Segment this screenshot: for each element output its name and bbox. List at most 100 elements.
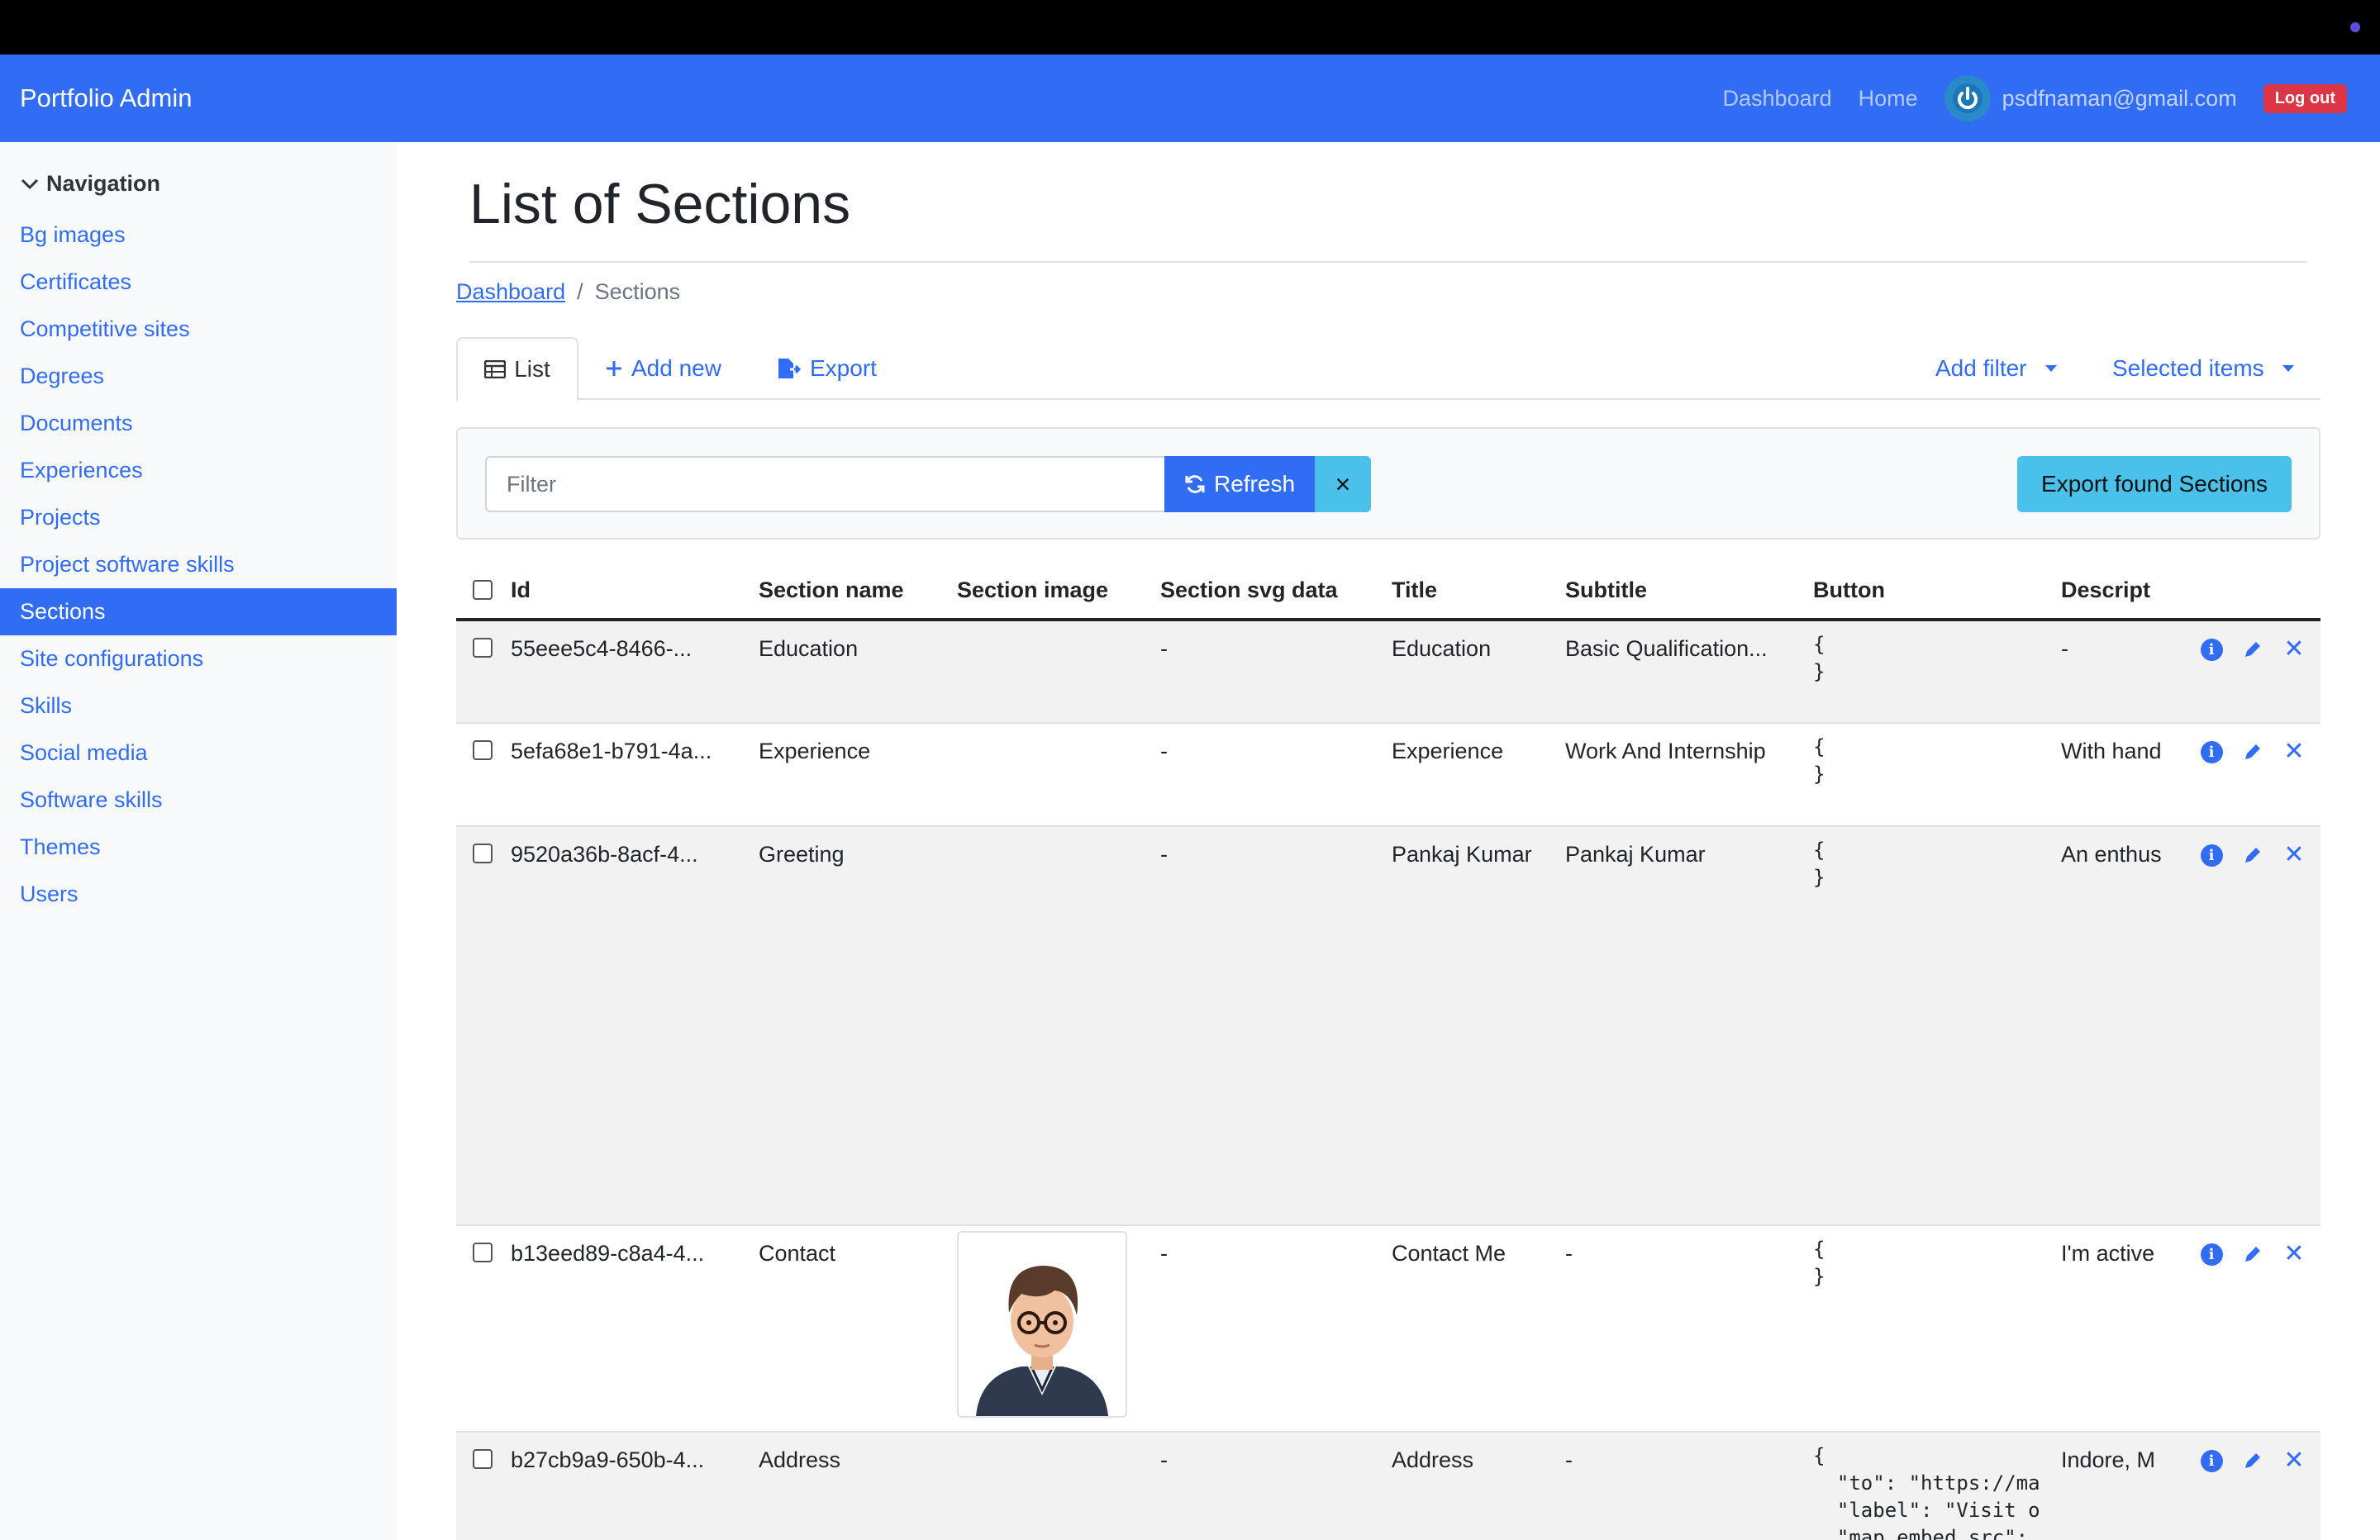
column-header-description[interactable]: Descript [2061,562,2321,621]
tab-export[interactable]: Export [777,337,877,400]
sidebar-item-sections[interactable]: Sections [0,588,397,635]
edit-button[interactable] [2241,1243,2264,1266]
column-header-id[interactable]: Id [511,562,759,621]
cell-svg: - [1160,619,1392,723]
sidebar-item-software-skills[interactable]: Software skills [0,777,397,824]
caret-down-icon [2282,365,2294,372]
row-checkbox[interactable] [473,844,493,863]
sidebar-item-experiences[interactable]: Experiences [0,447,397,494]
cell-id: 55eee5c4-8466-... [511,619,759,723]
selected-items-label: Selected items [2112,355,2264,381]
info-button[interactable]: i [2200,638,2223,661]
row-checkbox[interactable] [473,1243,493,1262]
delete-button[interactable]: ✕ [2282,843,2306,867]
logout-button[interactable]: Log out [2263,83,2347,113]
column-header-section-svg[interactable]: Section svg data [1160,562,1392,621]
column-header-section-image[interactable]: Section image [957,562,1160,621]
sidebar-item-users[interactable]: Users [0,871,397,918]
cell-title: Address [1392,1431,1565,1540]
edit-button[interactable] [2241,638,2264,661]
clear-filter-button[interactable]: × [1315,456,1371,512]
info-icon: i [2200,740,2223,763]
select-all-checkbox[interactable] [473,580,493,600]
file-export-icon [778,359,802,378]
cell-button-json: { } [1813,633,1825,683]
row-actions: i ✕ [2183,1447,2320,1474]
camera-indicator [2350,22,2360,32]
delete-button[interactable]: ✕ [2282,739,2306,764]
filter-panel: Refresh × Export found Sections [456,427,2320,539]
tab-add-new[interactable]: Add new [605,337,721,400]
cell-svg: - [1160,825,1392,1225]
sidebar-item-project-software-skills[interactable]: Project software skills [0,541,397,588]
column-header-subtitle[interactable]: Subtitle [1565,562,1813,621]
info-icon: i [2200,1243,2223,1266]
sidebar-item-projects[interactable]: Projects [0,494,397,541]
info-icon: i [2200,844,2223,867]
cell-section-name: Education [759,619,957,723]
cell-description: - [2061,619,2183,723]
nav-dashboard-link[interactable]: Dashboard [1723,86,1832,112]
sidebar-heading[interactable]: Navigation [0,167,397,200]
cell-section-name: Address [759,1431,957,1540]
close-icon: ✕ [2283,1447,2305,1474]
power-icon [1952,83,1983,113]
breadcrumb-dashboard-link[interactable]: Dashboard [456,279,565,304]
sidebar-item-competitive-sites[interactable]: Competitive sites [0,306,397,353]
row-actions: i ✕ [2183,1241,2320,1267]
column-header-title[interactable]: Title [1392,562,1565,621]
info-button[interactable]: i [2200,1243,2223,1266]
selected-items-dropdown[interactable]: Selected items [2112,337,2294,400]
brand-logo[interactable]: Portfolio Admin [20,55,193,142]
sidebar-item-documents[interactable]: Documents [0,400,397,447]
cell-subtitle: Pankaj Kumar [1565,825,1813,1225]
refresh-button[interactable]: Refresh [1164,456,1315,512]
table-row: b13eed89-c8a4-4... Contact - Contact Me … [456,1224,2321,1432]
row-checkbox[interactable] [473,740,493,760]
sidebar-item-bg-images[interactable]: Bg images [0,212,397,259]
person-illustration [976,1266,1108,1416]
sections-table: Id Section name Section image Section sv… [456,562,2321,1540]
column-header-section-name[interactable]: Section name [759,562,957,621]
cell-section-image [957,619,1160,723]
sidebar-heading-label: Navigation [46,170,161,196]
column-header-button[interactable]: Button [1813,562,2061,621]
row-actions: i ✕ [2183,842,2320,867]
sidebar-item-skills[interactable]: Skills [0,682,397,730]
cell-subtitle: Work And Internship [1565,722,1813,826]
breadcrumb-current: Sections [594,279,681,304]
delete-button[interactable]: ✕ [2282,1242,2306,1267]
row-actions: i ✕ [2183,636,2320,662]
cell-subtitle: - [1565,1224,1813,1432]
edit-button[interactable] [2241,844,2264,867]
row-checkbox[interactable] [473,1449,493,1469]
edit-button[interactable] [2241,1449,2264,1472]
sidebar-item-site-configurations[interactable]: Site configurations [0,635,397,682]
cell-id: 5efa68e1-b791-4a... [511,722,759,826]
sidebar-item-social-media[interactable]: Social media [0,730,397,777]
sidebar-item-degrees[interactable]: Degrees [0,353,397,400]
row-checkbox[interactable] [473,638,493,658]
cell-id: b27cb9a9-650b-4... [511,1431,759,1540]
sidebar-item-themes[interactable]: Themes [0,824,397,871]
cell-subtitle: - [1565,1431,1813,1540]
info-button[interactable]: i [2200,844,2223,867]
delete-button[interactable]: ✕ [2282,637,2306,662]
export-found-button[interactable]: Export found Sections [2017,456,2292,512]
info-button[interactable]: i [2200,1449,2223,1472]
user-menu[interactable]: psdfnaman@gmail.com [1944,75,2237,121]
nav-home-link[interactable]: Home [1859,86,1918,112]
add-filter-dropdown[interactable]: Add filter [1935,337,2057,400]
delete-button[interactable]: ✕ [2282,1447,2306,1474]
cell-button-json: { } [1813,839,1825,889]
refresh-icon [1185,475,1205,493]
edit-button[interactable] [2241,740,2264,763]
info-button[interactable]: i [2200,740,2223,763]
tab-add-new-label: Add new [631,355,721,381]
sidebar-item-certificates[interactable]: Certificates [0,259,397,306]
filter-input[interactable] [485,456,1164,512]
page-title: List of Sections [469,173,851,235]
section-image-thumbnail[interactable] [957,1231,1127,1418]
breadcrumb-separator: / [577,279,583,304]
tab-list[interactable]: List [456,337,578,402]
